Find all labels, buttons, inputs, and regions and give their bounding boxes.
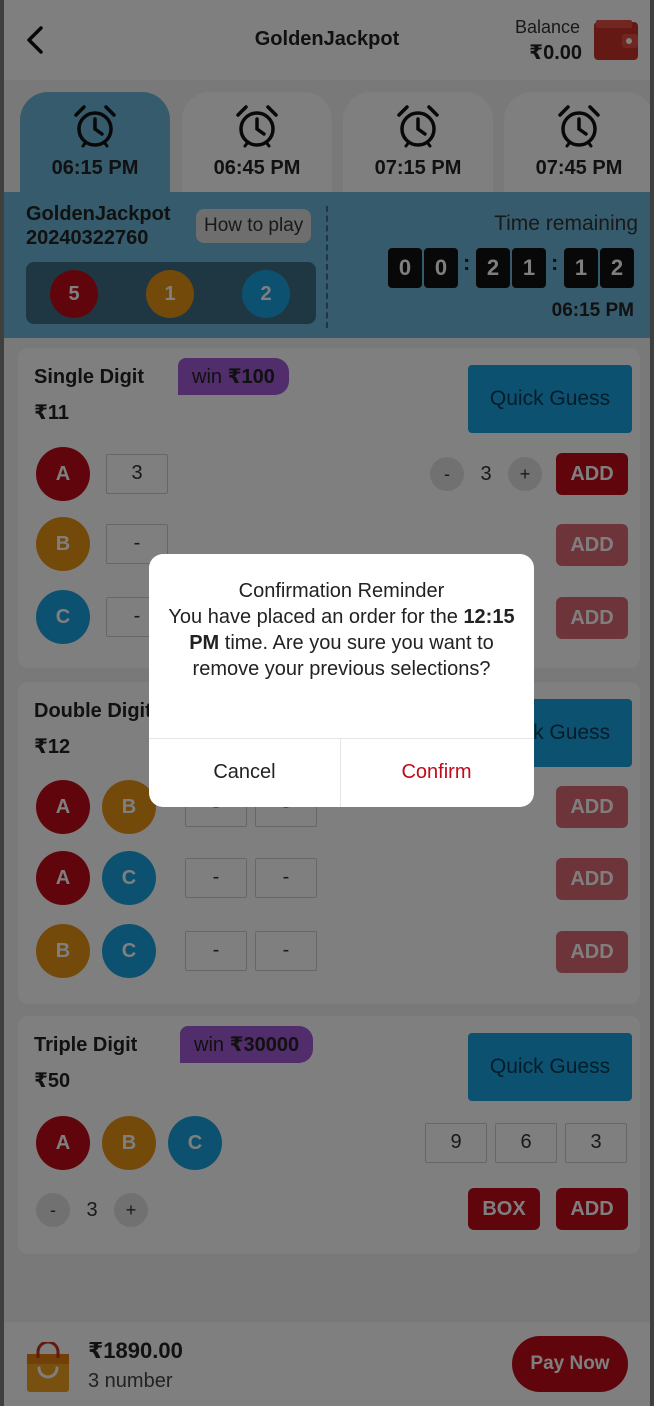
dialog-body-pre: You have placed an order for the (168, 606, 458, 628)
dialog-title: Confirmation Reminder (238, 580, 445, 602)
cancel-button[interactable]: Cancel (149, 738, 340, 807)
confirm-button[interactable]: Confirm (341, 738, 532, 807)
confirmation-dialog: Confirmation Reminder You have placed an… (149, 554, 534, 807)
dialog-body: You have placed an order for the 12:15 P… (165, 604, 518, 682)
dialog-message: Confirmation Reminder You have placed an… (165, 578, 518, 682)
dialog-body-post: time. Are you sure you want to remove yo… (192, 632, 494, 680)
